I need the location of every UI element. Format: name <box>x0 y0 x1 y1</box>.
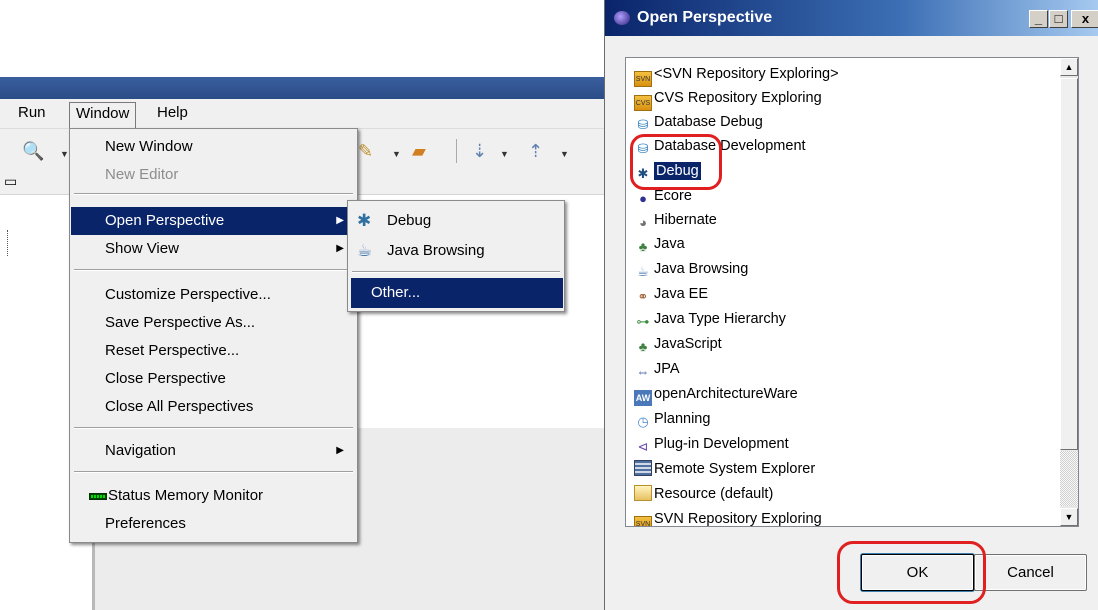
menu-run[interactable]: Run <box>12 102 52 126</box>
java-icon: ♣ <box>638 239 648 254</box>
chevron-down-icon[interactable]: ▼ <box>392 149 401 159</box>
editor-margin <box>2 230 8 256</box>
scroll-up-icon[interactable]: ▲ <box>1060 58 1078 76</box>
menu-separator <box>74 427 353 429</box>
list-item[interactable]: ☕ Java Browsing <box>634 257 748 281</box>
plugin-icon: ⊲ <box>637 439 649 454</box>
menu-item-new-window[interactable]: New Window <box>71 133 356 161</box>
list-item[interactable]: ⇔ JPA <box>634 357 680 381</box>
resource-folder-icon <box>634 485 652 501</box>
memory-monitor-icon <box>89 493 107 500</box>
cvs-repository-icon: CVS <box>634 95 652 111</box>
list-item[interactable]: ♣ JavaScript <box>634 332 722 356</box>
list-item[interactable]: ⊶ Java Type Hierarchy <box>634 307 786 331</box>
menu-bar: Run Window Help <box>0 99 604 129</box>
javascript-icon: ♣ <box>638 339 648 354</box>
menu-item-close-all-perspectives[interactable]: Close All Perspectives <box>71 393 356 421</box>
list-item[interactable]: ⊲ Plug-in Development <box>634 432 789 456</box>
database-icon: ⛁ <box>637 141 649 156</box>
menu-separator <box>74 471 353 473</box>
menu-item-save-perspective-as[interactable]: Save Perspective As... <box>71 309 356 337</box>
menu-item-customize-perspective[interactable]: Customize Perspective... <box>71 281 356 309</box>
submenu-item-debug[interactable]: ✱ Debug <box>351 206 563 236</box>
list-item[interactable]: Remote System Explorer <box>634 457 815 481</box>
menu-window[interactable]: Window <box>69 102 137 128</box>
menu-item-open-perspective[interactable]: Open Perspective ▶ <box>71 207 356 235</box>
wand-icon[interactable]: ✎ <box>358 142 373 160</box>
annotation-icon[interactable]: ⇣ <box>472 142 487 160</box>
toolbar-separator <box>456 139 457 163</box>
planning-icon: ◷ <box>637 414 649 429</box>
database-debug-icon: ⛁ <box>637 117 649 132</box>
list-item[interactable]: ⚭ Java EE <box>634 282 708 306</box>
java-browsing-icon: ☕ <box>637 264 649 279</box>
close-button[interactable]: x <box>1071 10 1098 28</box>
menu-item-preferences[interactable]: Preferences <box>71 510 356 538</box>
chevron-down-icon[interactable]: ▼ <box>500 149 509 159</box>
svn-repository-icon: SVN <box>634 71 652 87</box>
open-perspective-dialog: Open Perspective _ □ x SVN <SVN Repositor… <box>604 0 1098 610</box>
submenu-item-java-browsing[interactable]: ☕ Java Browsing <box>351 236 563 266</box>
list-item[interactable]: AW openArchitectureWare <box>634 382 798 406</box>
debug-icon: ✱ <box>637 166 649 181</box>
list-item[interactable]: ♣ Java <box>634 232 685 256</box>
submenu-arrow-icon: ▶ <box>336 243 344 254</box>
hibernate-icon: ◕ <box>639 215 647 230</box>
list-item[interactable]: ◷ Planning <box>634 407 710 431</box>
list-item[interactable]: SVN SVN Repository Exploring <box>634 507 822 526</box>
java-type-hierarchy-icon: ⊶ <box>636 314 650 329</box>
list-item[interactable]: Resource (default) <box>634 482 773 506</box>
jpa-icon: ⇔ <box>636 364 650 379</box>
list-item[interactable]: SVN <SVN Repository Exploring> <box>634 62 839 87</box>
cancel-button[interactable]: Cancel <box>974 554 1087 591</box>
window-menu: New Window New Editor Open Perspective ▶ … <box>69 128 358 543</box>
ecore-icon: ● <box>639 191 647 206</box>
list-item[interactable]: ⛁ Database Debug <box>634 110 763 134</box>
menu-help[interactable]: Help <box>151 102 194 126</box>
remote-system-icon <box>634 460 652 476</box>
list-item[interactable]: CVS CVS Repository Exploring <box>634 86 822 111</box>
menu-item-close-perspective[interactable]: Close Perspective <box>71 365 356 393</box>
open-perspective-submenu: ✱ Debug ☕ Java Browsing Other... <box>347 200 565 312</box>
ok-button[interactable]: OK <box>861 554 974 591</box>
svn-repository-icon: SVN <box>634 516 652 526</box>
submenu-item-other[interactable]: Other... <box>351 278 563 308</box>
list-item[interactable]: ⛁ Database Development <box>634 134 806 158</box>
list-item[interactable]: ◕ Hibernate <box>634 208 717 232</box>
menu-item-new-editor: New Editor <box>105 166 179 183</box>
chevron-down-icon[interactable]: ▼ <box>60 149 69 159</box>
menu-item-status-memory-monitor[interactable]: Status Memory Monitor <box>71 482 356 510</box>
menu-item-navigation[interactable]: Navigation ▶ <box>71 437 356 465</box>
chevron-down-icon[interactable]: ▼ <box>560 149 569 159</box>
debug-icon: ✱ <box>357 211 372 230</box>
menu-separator <box>74 193 353 195</box>
submenu-arrow-icon: ▶ <box>336 215 344 226</box>
menu-separator <box>352 271 560 273</box>
oaw-icon: AW <box>634 390 652 406</box>
minimize-icon[interactable]: ▭ <box>4 173 17 190</box>
minimize-button[interactable]: _ <box>1029 10 1048 28</box>
list-item[interactable]: ● Ecore <box>634 184 692 208</box>
dialog-title-bar: Open Perspective _ □ x <box>605 0 1098 36</box>
scroll-track[interactable] <box>1060 451 1078 506</box>
ide-title-bar <box>0 77 604 99</box>
java-ee-icon: ⚭ <box>637 289 649 304</box>
menu-item-reset-perspective[interactable]: Reset Perspective... <box>71 337 356 365</box>
eclipse-icon <box>614 11 630 25</box>
navigate-icon[interactable]: ⇡ <box>528 142 543 160</box>
menu-separator <box>74 269 353 271</box>
open-folder-icon[interactable]: ▰ <box>412 142 426 160</box>
menu-item-show-view[interactable]: Show View ▶ <box>71 235 356 263</box>
list-item-debug-selected[interactable]: ✱ Debug <box>634 159 701 183</box>
java-browsing-icon: ☕ <box>357 241 373 260</box>
scroll-thumb[interactable] <box>1060 78 1078 450</box>
dialog-title: Open Perspective <box>637 9 773 26</box>
perspective-list[interactable]: SVN <SVN Repository Exploring> CVS CVS Rep… <box>625 57 1079 527</box>
scroll-down-icon[interactable]: ▼ <box>1060 508 1078 526</box>
search-icon[interactable]: 🔍 <box>22 142 44 160</box>
submenu-arrow-icon: ▶ <box>336 445 344 456</box>
maximize-button[interactable]: □ <box>1049 10 1068 28</box>
vertical-scrollbar[interactable]: ▲ ▼ <box>1060 58 1078 526</box>
